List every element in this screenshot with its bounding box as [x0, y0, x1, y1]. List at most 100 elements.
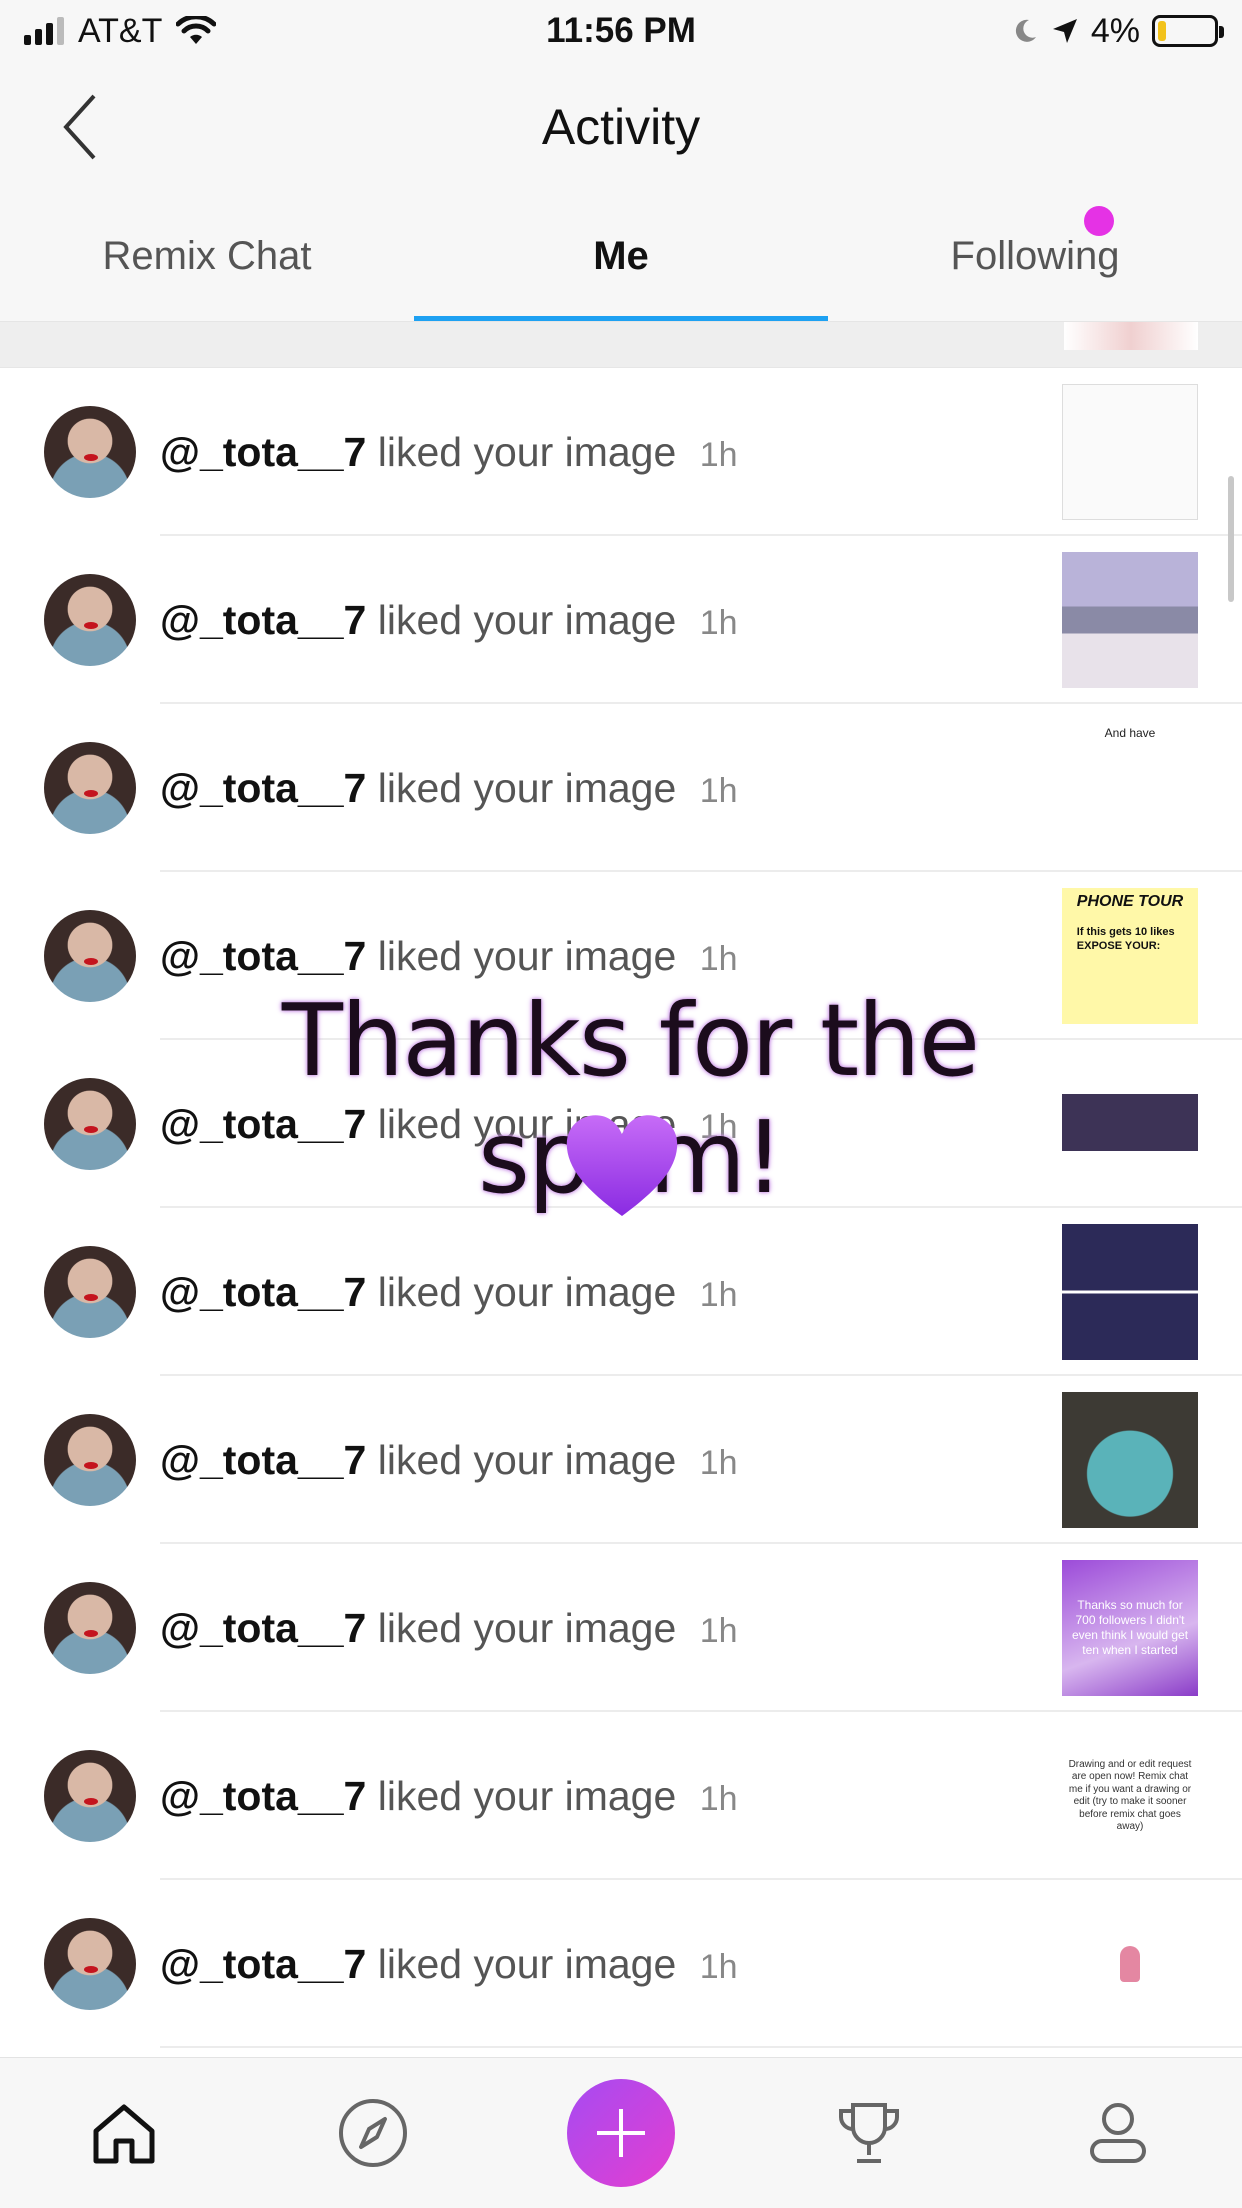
list-item[interactable]: @_tota__7 liked your image 1h Thanks so … [0, 1544, 1242, 1712]
thumbnail[interactable] [1064, 322, 1198, 350]
username[interactable]: @_tota__7 [160, 1269, 366, 1315]
thumbnail-text: Drawing and or edit request are open now… [1068, 1758, 1192, 1833]
nav-profile[interactable] [1058, 2073, 1178, 2193]
moon-icon [1015, 19, 1036, 42]
thumbnail[interactable] [1062, 1896, 1198, 2032]
avatar[interactable] [44, 1750, 136, 1842]
timestamp: 1h [699, 1947, 738, 1986]
list-item[interactable]: @_tota__7 liked your image 1h [0, 368, 1242, 536]
thumbnail-subline: EXPOSE YOUR: [1076, 939, 1161, 952]
timestamp: 1h [699, 1275, 738, 1314]
avatar[interactable] [44, 1582, 136, 1674]
back-button[interactable] [50, 92, 110, 162]
timestamp: 1h [699, 1611, 738, 1650]
tab-label: Following [950, 234, 1120, 278]
status-right: 4% [818, 11, 1224, 51]
avatar[interactable] [44, 574, 136, 666]
username[interactable]: @_tota__7 [160, 429, 366, 475]
create-button[interactable] [566, 2079, 675, 2187]
avatar[interactable] [44, 910, 136, 1002]
action-text: liked your image [377, 1604, 677, 1651]
action-text: liked your image [377, 1772, 677, 1819]
nav-create[interactable] [561, 2073, 681, 2193]
thumbnail[interactable] [1062, 1224, 1198, 1360]
avatar[interactable] [44, 406, 136, 498]
username[interactable]: @_tota__7 [160, 933, 366, 979]
list-item[interactable]: @_tota__7 liked your image 1h And have [0, 704, 1242, 872]
thumbnail[interactable]: PHONE TOUR If this gets 10 likes EXPOSE … [1062, 888, 1198, 1024]
tab-remix-chat[interactable]: Remix Chat [0, 192, 414, 321]
thumbnail[interactable] [1062, 384, 1198, 520]
status-bar: AT&T 11:56 PM 4% [0, 0, 1242, 62]
thumbnail-caption: And have [1104, 726, 1156, 740]
avatar[interactable] [44, 1246, 136, 1338]
activity-text: @_tota__7 liked your image 1h [160, 1605, 1062, 1652]
timestamp: 1h [699, 1443, 738, 1482]
thumbnail-line: If this gets 10 likes [1076, 926, 1175, 938]
thumbnail[interactable]: And have [1062, 720, 1198, 856]
timestamp: 1h [699, 1779, 738, 1818]
thumbnail-text: Thanks so much for 700 followers I didn'… [1071, 1598, 1189, 1657]
username[interactable]: @_tota__7 [160, 597, 366, 643]
compass-icon [338, 2099, 407, 2167]
header: Activity [0, 62, 1242, 192]
avatar[interactable] [44, 1414, 136, 1506]
tab-bar: Remix Chat Me Following [0, 192, 1242, 322]
action-text: liked your image [377, 932, 677, 979]
tab-following[interactable]: Following [828, 192, 1242, 321]
battery-percent: 4% [1090, 11, 1140, 50]
list-item[interactable]: @_tota__7 liked your image 1h [0, 536, 1242, 704]
thumbnail-text: PHONE TOUR If this gets 10 likes EXPOSE … [1073, 888, 1187, 958]
thumbnail[interactable]: Drawing and or edit request are open now… [1062, 1728, 1198, 1864]
action-text: liked your image [377, 428, 677, 475]
action-text: liked your image [377, 764, 677, 811]
username[interactable]: @_tota__7 [160, 765, 366, 811]
action-text: liked your image [377, 1268, 677, 1315]
nav-home[interactable] [64, 2073, 184, 2193]
action-text: liked your image [377, 1436, 677, 1483]
battery-icon [1152, 15, 1224, 47]
username[interactable]: @_tota__7 [160, 1941, 366, 1987]
action-text: liked your image [377, 1100, 677, 1147]
activity-text: @_tota__7 liked your image 1h [160, 1941, 1062, 1988]
tab-me[interactable]: Me [414, 192, 828, 321]
list-item[interactable]: @_tota__7 liked your image 1h Drawing an… [0, 1712, 1242, 1880]
timestamp: 1h [699, 603, 738, 642]
tab-label: Remix Chat [102, 234, 312, 278]
thumbnail[interactable] [1062, 552, 1198, 688]
partial-list-item [0, 322, 1242, 368]
list-item[interactable]: @_tota__7 liked your image 1h [0, 1880, 1242, 2048]
thumbnail[interactable]: Thanks so much for 700 followers I didn'… [1062, 1560, 1198, 1696]
nav-explore[interactable] [313, 2073, 433, 2193]
list-item[interactable]: @_tota__7 liked your image 1h [0, 1040, 1242, 1208]
scrollbar[interactable] [1228, 476, 1234, 602]
timestamp: 1h [699, 1107, 738, 1146]
list-item[interactable]: @_tota__7 liked your image 1h [0, 1208, 1242, 1376]
wifi-icon [176, 16, 217, 44]
trophy-icon [839, 2103, 900, 2163]
nav-challenges[interactable] [809, 2073, 929, 2193]
activity-text: @_tota__7 liked your image 1h [160, 765, 1062, 812]
timestamp: 1h [699, 771, 738, 810]
avatar[interactable] [44, 1078, 136, 1170]
thumbnail-title: PHONE TOUR [1076, 893, 1184, 910]
list-item[interactable]: @_tota__7 liked your image 1h [0, 1376, 1242, 1544]
thumbnail[interactable] [1062, 1392, 1198, 1528]
avatar[interactable] [44, 742, 136, 834]
activity-text: @_tota__7 liked your image 1h [160, 429, 1062, 476]
list-item[interactable]: @_tota__7 liked your image 1h PHONE TOUR… [0, 872, 1242, 1040]
status-time: 11:56 PM [546, 11, 696, 50]
activity-text: @_tota__7 liked your image 1h [160, 1773, 1062, 1820]
thumbnail[interactable] [1062, 1056, 1198, 1192]
notification-dot [1084, 206, 1114, 236]
username[interactable]: @_tota__7 [160, 1605, 366, 1651]
action-text: liked your image [377, 596, 677, 643]
username[interactable]: @_tota__7 [160, 1101, 366, 1147]
action-text: liked your image [377, 1940, 677, 1987]
username[interactable]: @_tota__7 [160, 1437, 366, 1483]
avatar[interactable] [44, 1918, 136, 2010]
activity-list[interactable]: @_tota__7 liked your image 1h @_tota__7 … [0, 322, 1242, 2057]
timestamp: 1h [699, 939, 738, 978]
status-left: AT&T [24, 12, 424, 51]
username[interactable]: @_tota__7 [160, 1773, 366, 1819]
